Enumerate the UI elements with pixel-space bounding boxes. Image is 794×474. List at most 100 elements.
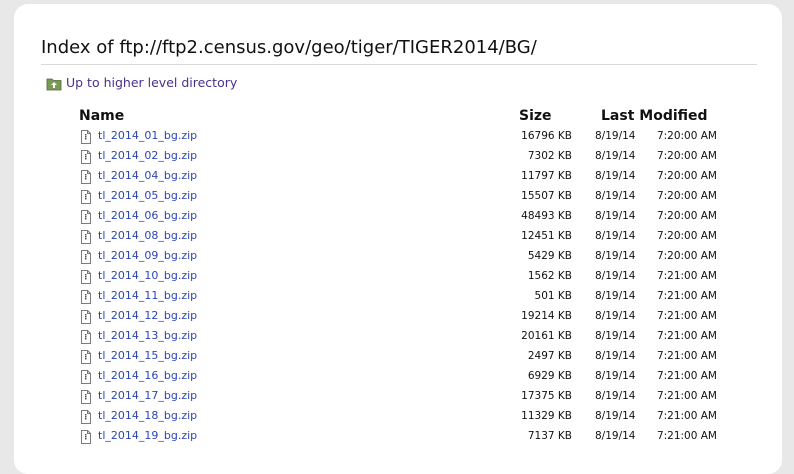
file-size: 2497 KB: [527, 350, 572, 362]
file-link[interactable]: tl_2014_02_bg.zip: [98, 149, 197, 162]
column-header-size[interactable]: Size: [519, 108, 552, 124]
file-row: tl_2014_06_bg.zip 48493 KB 8/19/14 7:20:…: [14, 206, 782, 226]
file-size: 15507 KB: [521, 190, 572, 202]
file-size: 19214 KB: [521, 310, 572, 322]
file-icon: [81, 249, 91, 264]
file-date: 8/19/14: [595, 310, 636, 322]
file-time: 7:21:00 AM: [656, 370, 717, 382]
file-list: tl_2014_01_bg.zip 16796 KB 8/19/14 7:20:…: [14, 126, 782, 446]
file-size: 11797 KB: [521, 170, 572, 182]
file-time: 7:21:00 AM: [656, 430, 717, 442]
file-icon: [81, 289, 91, 304]
file-icon: [81, 349, 91, 364]
file-icon: [81, 369, 91, 384]
column-header-modified[interactable]: Last Modified: [601, 108, 708, 124]
file-row: tl_2014_12_bg.zip 19214 KB 8/19/14 7:21:…: [14, 306, 782, 326]
file-time: 7:21:00 AM: [656, 270, 717, 282]
file-row: tl_2014_16_bg.zip 6929 KB 8/19/14 7:21:0…: [14, 366, 782, 386]
file-date: 8/19/14: [595, 350, 636, 362]
file-row: tl_2014_01_bg.zip 16796 KB 8/19/14 7:20:…: [14, 126, 782, 146]
file-icon: [81, 149, 91, 164]
file-time: 7:20:00 AM: [656, 190, 717, 202]
file-time: 7:20:00 AM: [656, 210, 717, 222]
file-time: 7:21:00 AM: [656, 310, 717, 322]
file-time: 7:20:00 AM: [656, 150, 717, 162]
file-link[interactable]: tl_2014_09_bg.zip: [98, 249, 197, 262]
file-size: 20161 KB: [521, 330, 572, 342]
file-link[interactable]: tl_2014_12_bg.zip: [98, 309, 197, 322]
file-size: 11329 KB: [521, 410, 572, 422]
file-date: 8/19/14: [595, 170, 636, 182]
file-size: 7302 KB: [527, 150, 572, 162]
file-size: 48493 KB: [521, 210, 572, 222]
file-row: tl_2014_18_bg.zip 11329 KB 8/19/14 7:21:…: [14, 406, 782, 426]
file-icon: [81, 429, 91, 444]
file-date: 8/19/14: [595, 210, 636, 222]
file-row: tl_2014_11_bg.zip 501 KB 8/19/14 7:21:00…: [14, 286, 782, 306]
file-row: tl_2014_08_bg.zip 12451 KB 8/19/14 7:20:…: [14, 226, 782, 246]
file-icon: [81, 269, 91, 284]
column-header-name[interactable]: Name: [79, 108, 124, 124]
file-link[interactable]: tl_2014_18_bg.zip: [98, 409, 197, 422]
file-date: 8/19/14: [595, 230, 636, 242]
up-directory-label: Up to higher level directory: [66, 75, 238, 90]
file-link[interactable]: tl_2014_04_bg.zip: [98, 169, 197, 182]
file-date: 8/19/14: [595, 150, 636, 162]
file-size: 12451 KB: [521, 230, 572, 242]
directory-listing-panel: Index of ftp://ftp2.census.gov/geo/tiger…: [14, 4, 782, 474]
file-icon: [81, 189, 91, 204]
file-size: 7137 KB: [527, 430, 572, 442]
folder-up-icon: [46, 76, 62, 90]
file-time: 7:21:00 AM: [656, 350, 717, 362]
file-icon: [81, 169, 91, 184]
file-icon: [81, 409, 91, 424]
file-date: 8/19/14: [595, 410, 636, 422]
page-title: Index of ftp://ftp2.census.gov/geo/tiger…: [41, 37, 537, 58]
file-row: tl_2014_04_bg.zip 11797 KB 8/19/14 7:20:…: [14, 166, 782, 186]
file-time: 7:21:00 AM: [656, 390, 717, 402]
file-link[interactable]: tl_2014_17_bg.zip: [98, 389, 197, 402]
file-time: 7:20:00 AM: [656, 130, 717, 142]
file-date: 8/19/14: [595, 330, 636, 342]
file-icon: [81, 329, 91, 344]
file-row: tl_2014_19_bg.zip 7137 KB 8/19/14 7:21:0…: [14, 426, 782, 446]
file-row: tl_2014_15_bg.zip 2497 KB 8/19/14 7:21:0…: [14, 346, 782, 366]
file-date: 8/19/14: [595, 390, 636, 402]
file-icon: [81, 229, 91, 244]
file-time: 7:21:00 AM: [656, 410, 717, 422]
file-row: tl_2014_02_bg.zip 7302 KB 8/19/14 7:20:0…: [14, 146, 782, 166]
file-date: 8/19/14: [595, 130, 636, 142]
file-link[interactable]: tl_2014_19_bg.zip: [98, 429, 197, 442]
file-row: tl_2014_10_bg.zip 1562 KB 8/19/14 7:21:0…: [14, 266, 782, 286]
file-size: 17375 KB: [521, 390, 572, 402]
file-link[interactable]: tl_2014_06_bg.zip: [98, 209, 197, 222]
file-size: 501 KB: [534, 290, 572, 302]
file-link[interactable]: tl_2014_16_bg.zip: [98, 369, 197, 382]
file-icon: [81, 389, 91, 404]
file-time: 7:20:00 AM: [656, 230, 717, 242]
file-time: 7:21:00 AM: [656, 290, 717, 302]
file-date: 8/19/14: [595, 190, 636, 202]
file-time: 7:20:00 AM: [656, 250, 717, 262]
file-row: tl_2014_05_bg.zip 15507 KB 8/19/14 7:20:…: [14, 186, 782, 206]
file-size: 16796 KB: [521, 130, 572, 142]
file-date: 8/19/14: [595, 270, 636, 282]
file-date: 8/19/14: [595, 250, 636, 262]
file-icon: [81, 309, 91, 324]
file-link[interactable]: tl_2014_08_bg.zip: [98, 229, 197, 242]
file-size: 5429 KB: [527, 250, 572, 262]
file-icon: [81, 129, 91, 144]
file-size: 6929 KB: [527, 370, 572, 382]
file-row: tl_2014_09_bg.zip 5429 KB 8/19/14 7:20:0…: [14, 246, 782, 266]
up-directory-link[interactable]: Up to higher level directory: [46, 75, 237, 90]
file-link[interactable]: tl_2014_10_bg.zip: [98, 269, 197, 282]
title-divider: [41, 64, 757, 65]
file-link[interactable]: tl_2014_13_bg.zip: [98, 329, 197, 342]
file-row: tl_2014_13_bg.zip 20161 KB 8/19/14 7:21:…: [14, 326, 782, 346]
file-size: 1562 KB: [527, 270, 572, 282]
file-date: 8/19/14: [595, 290, 636, 302]
file-link[interactable]: tl_2014_01_bg.zip: [98, 129, 197, 142]
file-link[interactable]: tl_2014_15_bg.zip: [98, 349, 197, 362]
file-link[interactable]: tl_2014_05_bg.zip: [98, 189, 197, 202]
file-link[interactable]: tl_2014_11_bg.zip: [98, 289, 197, 302]
